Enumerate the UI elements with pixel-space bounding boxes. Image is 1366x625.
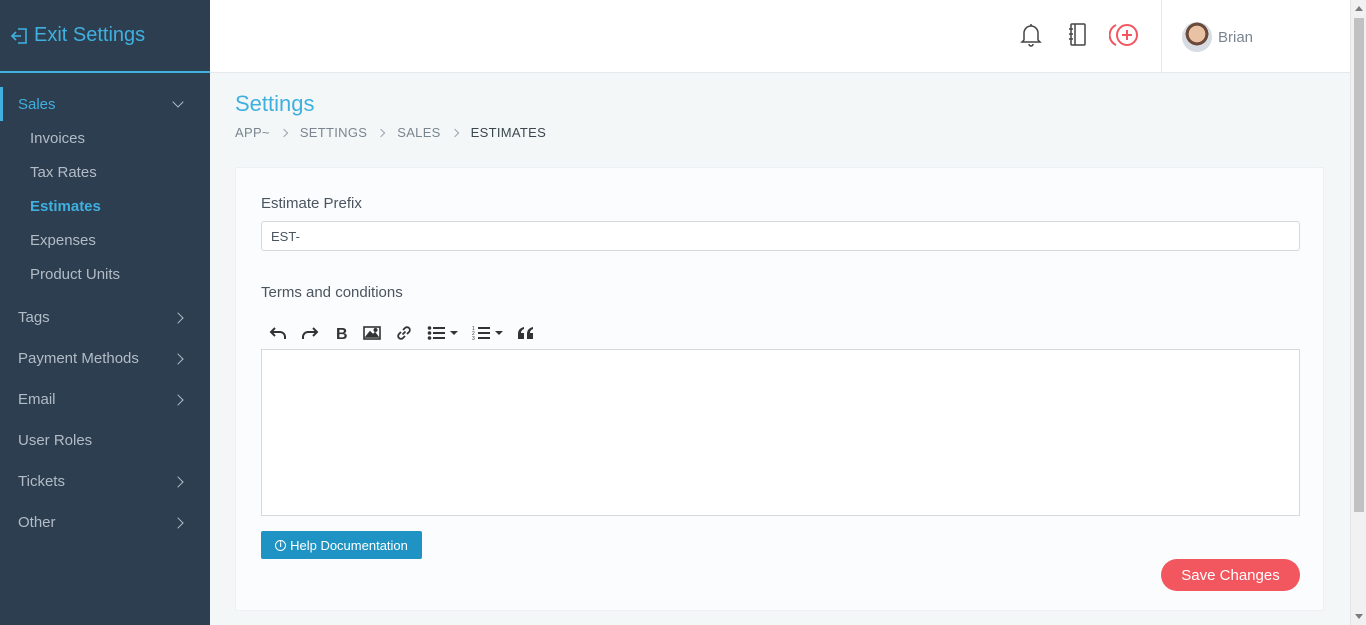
- save-changes-button[interactable]: Save Changes: [1161, 559, 1300, 591]
- page-scrollbar[interactable]: [1350, 0, 1366, 625]
- sidebar-group-label: Other: [18, 514, 56, 531]
- image-icon[interactable]: [363, 322, 381, 344]
- breadcrumb-separator-icon: [450, 128, 459, 137]
- scrollbar-thumb[interactable]: [1354, 18, 1364, 512]
- chevron-right-icon: [172, 393, 184, 406]
- chevron-right-icon: [172, 311, 184, 324]
- help-documentation-button[interactable]: i Help Documentation: [261, 531, 422, 559]
- sidebar-group-tickets[interactable]: Tickets: [0, 461, 210, 502]
- svg-text:B: B: [336, 326, 348, 341]
- breadcrumb-separator-icon: [376, 128, 386, 137]
- top-header: Brian: [210, 0, 1350, 73]
- terms-label: Terms and conditions: [261, 284, 403, 301]
- header-divider: [1161, 0, 1162, 73]
- chevron-right-icon: [172, 352, 184, 365]
- sidebar-group-label: Email: [18, 391, 56, 408]
- settings-nav: Sales Invoices Tax Rates Estimates Expen…: [0, 73, 210, 543]
- info-icon: i: [275, 539, 287, 551]
- breadcrumb-sales[interactable]: SALES: [397, 125, 440, 140]
- terms-editor[interactable]: [261, 349, 1300, 516]
- numbered-list-icon[interactable]: 123: [472, 322, 503, 344]
- redo-icon[interactable]: [301, 322, 319, 344]
- exit-settings-link[interactable]: Exit Settings: [0, 0, 210, 73]
- chevron-right-icon: [172, 475, 184, 488]
- avatar: [1182, 22, 1212, 52]
- sidebar-group-label: Sales: [18, 95, 56, 113]
- blockquote-icon[interactable]: [517, 322, 535, 344]
- caret-down-icon: [495, 331, 503, 335]
- sidebar-item-estimates[interactable]: Estimates: [0, 189, 210, 223]
- sidebar-item-product-units[interactable]: Product Units: [0, 257, 210, 291]
- sales-submenu: Invoices Tax Rates Estimates Expenses Pr…: [0, 121, 210, 297]
- estimates-settings-card: Estimate Prefix Terms and conditions B 1…: [235, 167, 1324, 611]
- sidebar-item-user-roles[interactable]: User Roles: [0, 420, 210, 461]
- save-changes-label: Save Changes: [1181, 566, 1280, 584]
- settings-sidebar: Exit Settings Sales Invoices Tax Rates E…: [0, 0, 210, 625]
- add-new-icon[interactable]: [1108, 22, 1141, 53]
- sidebar-group-sales[interactable]: Sales: [0, 87, 210, 121]
- user-menu[interactable]: Brian: [1182, 22, 1253, 52]
- undo-icon[interactable]: [269, 322, 287, 344]
- page-title: Settings: [235, 91, 315, 116]
- breadcrumb-settings[interactable]: SETTINGS: [300, 125, 367, 140]
- scroll-down-arrow-icon[interactable]: [1355, 614, 1363, 619]
- breadcrumb-app[interactable]: APP~: [235, 125, 270, 140]
- bold-icon[interactable]: B: [333, 322, 349, 344]
- chevron-right-icon: [172, 516, 184, 529]
- breadcrumb-separator-icon: [279, 128, 289, 137]
- sidebar-group-label: Tickets: [18, 473, 65, 490]
- sidebar-item-invoices[interactable]: Invoices: [0, 121, 210, 155]
- breadcrumb-estimates: ESTIMATES: [470, 125, 547, 140]
- sidebar-group-label: Tags: [18, 309, 50, 326]
- chevron-down-icon: [172, 96, 184, 108]
- sidebar-group-label: Payment Methods: [18, 350, 139, 367]
- sidebar-item-expenses[interactable]: Expenses: [0, 223, 210, 257]
- bell-icon[interactable]: [1019, 22, 1043, 53]
- link-icon[interactable]: [395, 322, 413, 344]
- sidebar-group-label: User Roles: [18, 432, 93, 449]
- sidebar-group-tags[interactable]: Tags: [0, 297, 210, 338]
- estimate-prefix-label: Estimate Prefix: [261, 195, 362, 212]
- estimate-prefix-input[interactable]: [261, 221, 1300, 251]
- notebook-icon[interactable]: [1067, 22, 1089, 53]
- help-documentation-label: Help Documentation: [290, 537, 408, 553]
- breadcrumb: APP~ SETTINGS SALES ESTIMATES: [235, 125, 546, 140]
- sign-out-icon: [10, 27, 27, 44]
- sidebar-group-payment-methods[interactable]: Payment Methods: [0, 338, 210, 379]
- sidebar-group-other[interactable]: Other: [0, 502, 210, 543]
- sidebar-group-email[interactable]: Email: [0, 379, 210, 420]
- editor-toolbar: B 123: [269, 322, 549, 344]
- caret-down-icon: [450, 331, 458, 335]
- scroll-up-arrow-icon[interactable]: [1355, 6, 1363, 11]
- user-name: Brian: [1218, 28, 1254, 46]
- svg-text:3: 3: [472, 336, 475, 341]
- bullet-list-icon[interactable]: [427, 322, 458, 344]
- exit-settings-label: Exit Settings: [34, 24, 146, 46]
- sidebar-item-tax-rates[interactable]: Tax Rates: [0, 155, 210, 189]
